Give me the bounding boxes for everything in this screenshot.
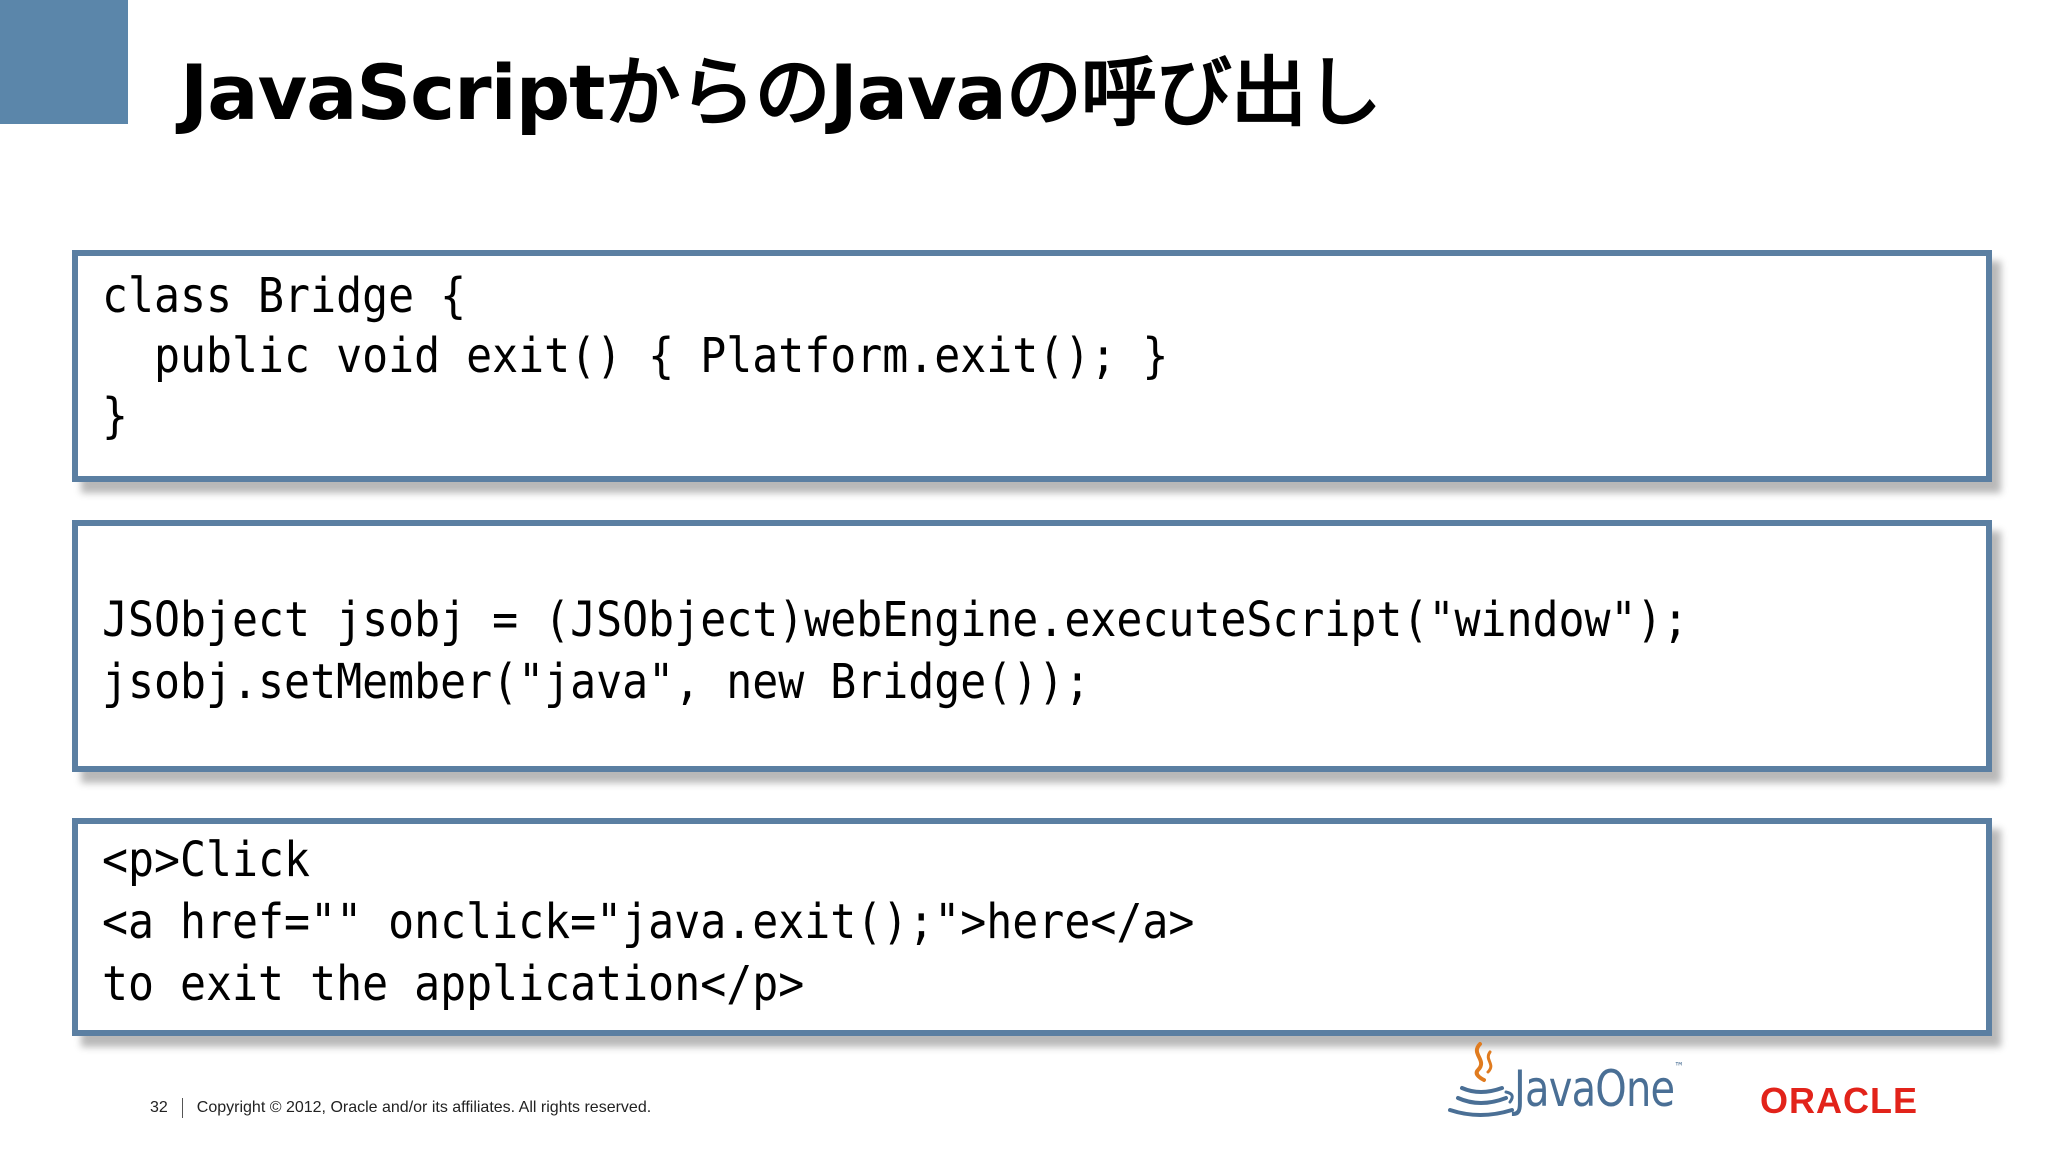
code-line: class Bridge { <box>102 268 467 324</box>
code-line: jsobj.setMember("java", new Bridge()); <box>102 654 1091 710</box>
javaone-wordmark: JavaOne <box>1514 1060 1675 1118</box>
code-block-jsobject: JSObject jsobj = (JSObject)webEngine.exe… <box>72 520 1992 772</box>
code-line: to exit the application</p> <box>102 956 805 1012</box>
copyright-text: Copyright © 2012, Oracle and/or its affi… <box>196 1099 652 1117</box>
oracle-logo: ORACLE <box>1760 1080 1918 1121</box>
code-block-html: <p>Click <a href="" onclick="java.exit()… <box>72 818 1992 1036</box>
page-number: 32 <box>150 1099 168 1117</box>
footer: 32 Copyright © 2012, Oracle and/or its af… <box>150 1098 651 1118</box>
javaone-logo: JavaOne™ <box>1514 1060 1684 1118</box>
corner-accent-block <box>0 0 128 124</box>
code-line: <a href="" onclick="java.exit();">here</… <box>102 894 1195 950</box>
footer-divider <box>181 1098 183 1118</box>
trademark-symbol: ™ <box>1674 1060 1684 1074</box>
code-line: public void exit() { Platform.exit(); } <box>102 328 1169 384</box>
code-line: <p>Click <box>102 832 311 888</box>
code-line: JSObject jsobj = (JSObject)webEngine.exe… <box>102 592 1689 648</box>
code-block-bridge-class: class Bridge { public void exit() { Plat… <box>72 250 1992 482</box>
slide-title: JavaScriptからのJavaの呼び出し <box>180 48 1382 137</box>
code-line: } <box>102 388 129 444</box>
